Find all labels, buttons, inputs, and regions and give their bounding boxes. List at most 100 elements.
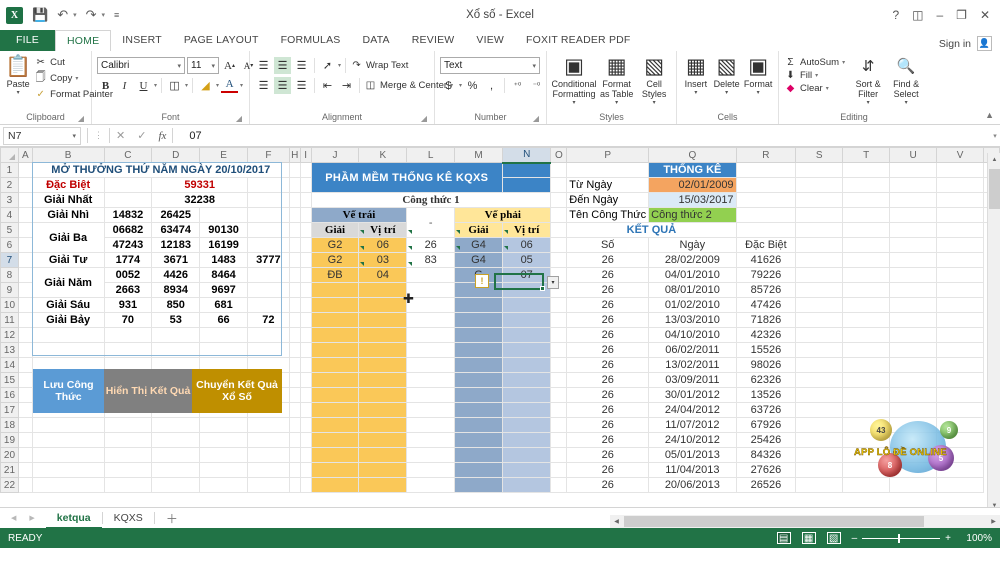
- cell-Q17[interactable]: 24/04/2012: [648, 402, 737, 418]
- cell-M16[interactable]: [454, 387, 503, 403]
- cell-D2[interactable]: 59331: [151, 177, 248, 193]
- column-header-O[interactable]: O: [550, 147, 568, 163]
- cell-J15[interactable]: [311, 372, 360, 388]
- cell-B7[interactable]: Giải Tư: [32, 252, 105, 268]
- increase-font-size-button[interactable]: A ▴: [221, 57, 238, 74]
- cell-E5[interactable]: 90130: [199, 222, 248, 238]
- column-header-A[interactable]: A: [17, 147, 33, 163]
- cell-P5-ketqua-heading[interactable]: KẾT QUẢ: [566, 222, 737, 238]
- cell-D5[interactable]: 63474: [151, 222, 201, 238]
- row-header-7[interactable]: 7: [0, 252, 19, 268]
- cell-L20[interactable]: [406, 447, 456, 463]
- column-header-P[interactable]: P: [566, 147, 650, 163]
- column-header-E[interactable]: E: [199, 147, 248, 163]
- page-break-view-icon[interactable]: ▧: [826, 532, 841, 544]
- cell-Q8[interactable]: 04/01/2010: [648, 267, 737, 283]
- row-header-15[interactable]: 15: [0, 372, 19, 388]
- cell-K17[interactable]: [358, 402, 408, 418]
- cell-N13[interactable]: [502, 342, 552, 358]
- cell-P8[interactable]: 26: [566, 267, 650, 283]
- row-header-20[interactable]: 20: [0, 447, 19, 463]
- row-header-8[interactable]: 8: [0, 267, 19, 283]
- font-family-select[interactable]: Calibri ▾: [97, 57, 185, 74]
- cell-N16[interactable]: [502, 387, 552, 403]
- cell-J21[interactable]: [311, 462, 360, 478]
- save-icon[interactable]: 💾: [32, 7, 48, 23]
- tab-file[interactable]: FILE: [0, 30, 55, 51]
- cell-C8[interactable]: 0052: [104, 267, 153, 283]
- cell-J10[interactable]: [311, 297, 360, 313]
- cell-R7[interactable]: 41626: [736, 252, 797, 268]
- align-right-button[interactable]: ☰: [293, 77, 310, 94]
- formula-input[interactable]: 07: [189, 130, 990, 142]
- cell-P14[interactable]: 26: [566, 357, 650, 373]
- cell-P21[interactable]: 26: [566, 462, 650, 478]
- cell-K9[interactable]: [358, 282, 408, 298]
- cell-L7-result-2[interactable]: 83: [406, 252, 456, 268]
- cell-N7-right-vitri-2[interactable]: 05: [502, 252, 552, 268]
- horizontal-scroll-thumb[interactable]: [624, 516, 924, 527]
- cell-F7[interactable]: 3777: [247, 252, 290, 268]
- cell-R18[interactable]: 67926: [736, 417, 797, 433]
- borders-icon[interactable]: ◫: [166, 77, 183, 94]
- wrap-text-button[interactable]: ↷ Wrap Text: [350, 60, 408, 71]
- cell-K5-col-vitri[interactable]: Vị trí: [358, 222, 408, 238]
- cell-Q2[interactable]: 02/01/2009: [648, 177, 737, 193]
- cell-R21[interactable]: 27626: [736, 462, 797, 478]
- cell-Q18[interactable]: 11/07/2012: [648, 417, 737, 433]
- font-dialog-launcher[interactable]: ◢: [236, 114, 242, 123]
- cell-B5[interactable]: Giải Ba: [32, 222, 105, 253]
- cell-B11[interactable]: Giải Bảy: [32, 312, 105, 328]
- cell-R17[interactable]: 63726: [736, 402, 797, 418]
- cell-K13[interactable]: [358, 342, 408, 358]
- row-header-22[interactable]: 22: [0, 477, 19, 493]
- cell-Q1-thongke-title[interactable]: THỐNG KÊ: [648, 162, 737, 178]
- cell-L19[interactable]: [406, 432, 456, 448]
- vertical-scroll-thumb[interactable]: [989, 169, 1000, 209]
- cell-N15[interactable]: [502, 372, 552, 388]
- cell-K18[interactable]: [358, 417, 408, 433]
- cell-N5-col-vitri[interactable]: Vị trí: [502, 222, 552, 238]
- borders-dropdown-icon[interactable]: ▾: [185, 82, 188, 89]
- cell-K22[interactable]: [358, 477, 408, 493]
- zoom-knob[interactable]: [898, 533, 901, 543]
- zoom-in-icon[interactable]: +: [945, 533, 951, 544]
- cell-J8-left-giai-3[interactable]: ĐB: [311, 267, 360, 283]
- cell-J5-col-giai[interactable]: Giải: [311, 222, 360, 238]
- cell-L12[interactable]: [406, 327, 456, 343]
- row-header-18[interactable]: 18: [0, 417, 19, 433]
- cell-P13[interactable]: 26: [566, 342, 650, 358]
- column-header-J[interactable]: J: [310, 147, 360, 163]
- cell-K11[interactable]: [358, 312, 408, 328]
- delete-cells-button[interactable]: ▧ Delete ▾: [712, 54, 742, 96]
- cell-Q6-col-ngay[interactable]: Ngày: [648, 237, 737, 253]
- column-header-V[interactable]: V: [936, 147, 985, 163]
- cell-M15[interactable]: [454, 372, 503, 388]
- cell-K12[interactable]: [358, 327, 408, 343]
- cell-Q22[interactable]: 20/06/2013: [648, 477, 737, 493]
- cell-N12[interactable]: [502, 327, 552, 343]
- cell-M4-ve-phai[interactable]: Vế phải: [454, 207, 552, 223]
- cell-J12[interactable]: [311, 327, 360, 343]
- cell-C4[interactable]: 14832: [104, 207, 153, 223]
- cell-C7[interactable]: 1774: [104, 252, 153, 268]
- align-left-button[interactable]: ☰: [255, 77, 272, 94]
- next-sheet-icon[interactable]: ▶: [29, 514, 34, 522]
- cell-E8[interactable]: 8464: [199, 267, 248, 283]
- number-format-select[interactable]: Text ▾: [440, 57, 540, 74]
- cell-E9[interactable]: 9697: [199, 282, 248, 298]
- cell-E6[interactable]: 16199: [199, 237, 248, 253]
- cell-K10[interactable]: [358, 297, 408, 313]
- cell-B8[interactable]: Giải Năm: [32, 267, 105, 298]
- select-all-button[interactable]: [0, 147, 19, 163]
- cell-R22[interactable]: 26526: [736, 477, 797, 493]
- cell-P12[interactable]: 26: [566, 327, 650, 343]
- cell-N11[interactable]: [502, 312, 552, 328]
- row-header-4[interactable]: 4: [0, 207, 19, 223]
- cell-K14[interactable]: [358, 357, 408, 373]
- cell-L11[interactable]: [406, 312, 456, 328]
- cell-M12[interactable]: [454, 327, 503, 343]
- decrease-decimal-button[interactable]: ⁻⁰: [528, 77, 545, 94]
- cell-B10[interactable]: Giải Sáu: [32, 297, 105, 313]
- cell-K8-left-vitri-3[interactable]: 04: [358, 267, 408, 283]
